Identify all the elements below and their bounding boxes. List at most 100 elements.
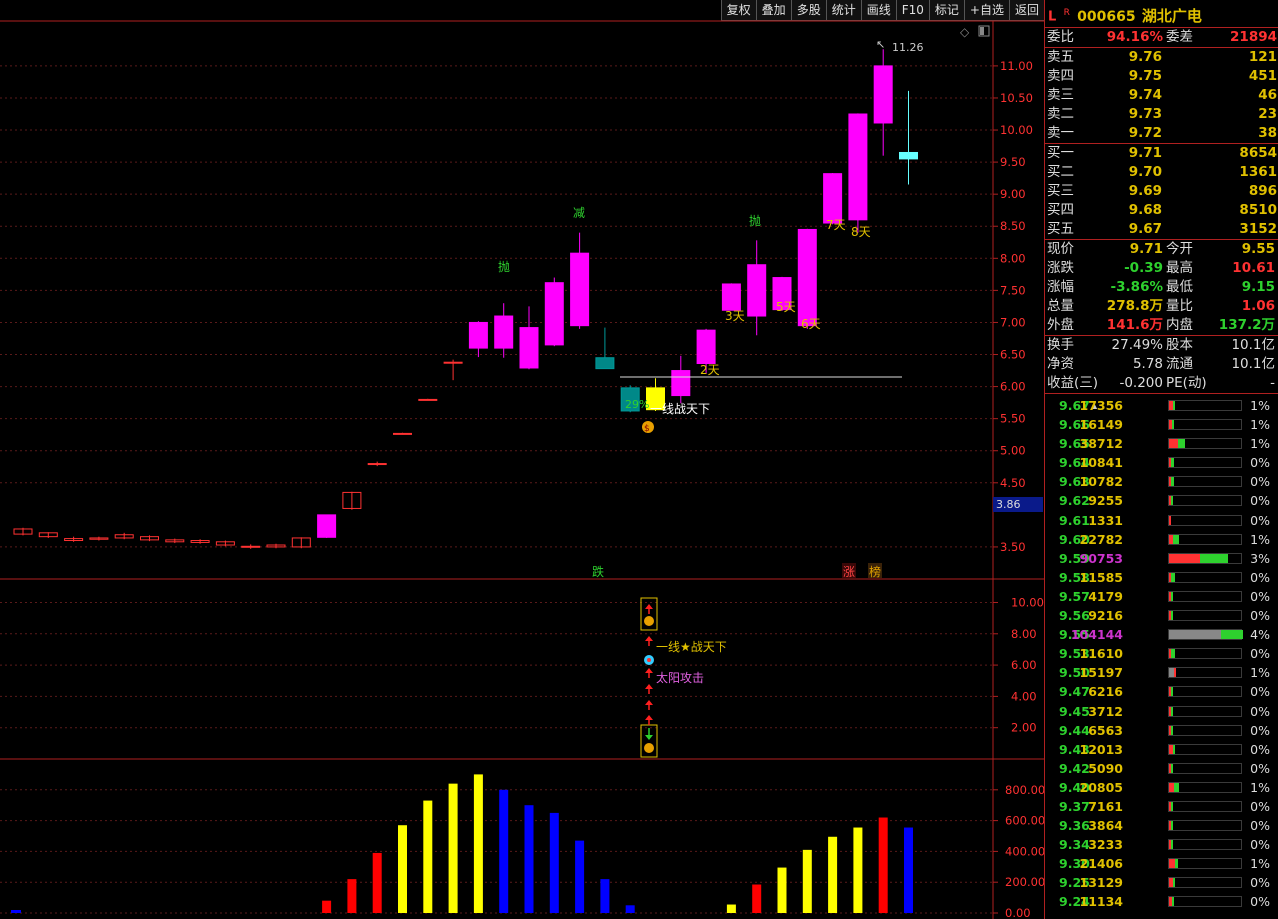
candle-body[interactable]	[873, 65, 893, 124]
price-tick-label: 10.50	[1000, 91, 1033, 105]
dist-percent: 0%	[1250, 703, 1270, 719]
dist-bar-track	[1168, 495, 1242, 507]
candle-body[interactable]	[544, 282, 564, 346]
asks-volume: 38	[1258, 125, 1277, 141]
price-tick-label: 10.00	[1000, 123, 1033, 137]
reduce-signal: 减	[573, 206, 585, 220]
asks-label: 卖三	[1047, 87, 1074, 103]
candle-body[interactable]	[570, 252, 590, 327]
dist-percent: 0%	[1250, 588, 1270, 604]
dist-bar-segment	[1171, 649, 1175, 659]
candle-body[interactable]	[317, 514, 337, 538]
dist-bar-segment	[1171, 801, 1174, 811]
dist-percent: 0%	[1250, 875, 1270, 891]
volume-bar	[549, 812, 559, 913]
candle-body[interactable]	[519, 327, 539, 369]
volume-bar	[802, 849, 812, 913]
dist-volume: 5090	[1088, 760, 1123, 776]
up-arrow-icon	[645, 668, 653, 673]
candle-body[interactable]	[367, 463, 387, 466]
price-volume-distribution: 9.67 ▲ 17356 1% 9.66 16149 1% 9.65 38712 1% 9.64 10…	[1045, 394, 1278, 912]
candle-body[interactable]	[899, 151, 918, 160]
quote-value: -0.39	[1124, 260, 1163, 276]
bids-price: 9.69	[1128, 183, 1162, 199]
dist-bar-segment	[1173, 534, 1180, 544]
kline-chart-area[interactable]: 复权 叠加 多股 统计 画线 F10 标记 +自选 返回 ◇ 11.00 10.5…	[0, 0, 1044, 919]
price-tick-label: 6.00	[1000, 380, 1026, 394]
dist-volume: 38712	[1079, 436, 1124, 452]
fin-row: 净资 5.78 流通 10.1亿	[1045, 355, 1278, 374]
price-tick-label: 5.50	[1000, 412, 1026, 426]
dist-bar-track	[1168, 667, 1242, 679]
candle-body[interactable]	[443, 361, 463, 364]
bids-price: 9.70	[1128, 164, 1162, 180]
candle-body[interactable]	[823, 173, 843, 224]
bids-volume: 1361	[1239, 164, 1277, 180]
candle-body[interactable]	[747, 264, 767, 317]
dist-row: 9.62 9255 0%	[1045, 491, 1278, 510]
dist-bar-segment	[1171, 572, 1175, 582]
market-flag: L	[1048, 9, 1057, 25]
dist-volume: 6216	[1088, 684, 1123, 700]
dist-bar-segment	[1171, 725, 1173, 735]
pct-label: 29%	[625, 398, 649, 411]
fin-label: 股本	[1166, 337, 1193, 353]
dist-row: 9.25 13129 0%	[1045, 873, 1278, 892]
dist-bar-track	[1168, 629, 1243, 641]
candle-body[interactable]	[595, 357, 615, 370]
candle-body[interactable]	[418, 398, 438, 401]
volume-bar	[499, 789, 509, 913]
dist-price: 9.42	[1059, 760, 1090, 776]
candle-body[interactable]	[494, 315, 514, 349]
dist-percent: 3%	[1250, 550, 1270, 566]
dist-bar-track	[1168, 705, 1242, 717]
candle-body[interactable]	[696, 329, 716, 364]
dist-percent: 0%	[1250, 474, 1270, 490]
volume-tick-label: 400.00	[1005, 844, 1044, 858]
dist-price: 9.61	[1059, 512, 1090, 528]
candle-body[interactable]	[797, 228, 817, 327]
dist-price: 9.36	[1059, 818, 1090, 834]
volume-tick-label: 800.00	[1005, 783, 1044, 797]
price-tick-label: 11.00	[1000, 59, 1033, 73]
candle-body[interactable]	[468, 321, 488, 349]
price-tick-label: 8.00	[1000, 251, 1026, 265]
signal-tick-label: 8.00	[1011, 627, 1037, 641]
candle-body[interactable]	[671, 370, 691, 397]
dist-volume: 17356	[1079, 398, 1124, 413]
fin-row: 换手 27.49% 股本 10.1亿	[1045, 336, 1278, 355]
volume-bar	[423, 800, 433, 913]
dist-row: 9.40 20805 1%	[1045, 778, 1278, 797]
candle-body[interactable]	[241, 545, 261, 548]
candle-body[interactable]	[393, 432, 412, 435]
quote-value: 9.71	[1129, 241, 1163, 257]
quote-label: 涨幅	[1047, 279, 1074, 295]
weibi-value: 94.16%	[1106, 29, 1163, 45]
dist-percent: 0%	[1250, 837, 1270, 853]
diamond-icon[interactable]: ◇	[960, 25, 970, 39]
fin-value: -0.200	[1119, 375, 1163, 391]
dist-bar-segment	[1200, 553, 1229, 563]
up-arrow-icon	[645, 684, 653, 689]
candle-body[interactable]	[848, 113, 868, 221]
signal-tick-label: 4.00	[1011, 689, 1037, 703]
dist-volume: 15197	[1079, 665, 1124, 681]
dist-volume: 6563	[1088, 722, 1123, 738]
dist-bar-segment	[1171, 840, 1173, 850]
dist-bar-segment	[1172, 878, 1175, 888]
bids-volume: 8654	[1239, 145, 1277, 161]
ask-book: 卖五 9.76 121 卖四 9.75 451 卖三 9.74 46 卖二 9.73 23 卖一 9.72…	[1045, 48, 1278, 144]
dist-bar-segment	[1172, 401, 1175, 410]
quote-row: 现价 9.71 今开 9.55	[1045, 240, 1278, 259]
dist-percent: 0%	[1250, 760, 1270, 776]
dist-bar-segment	[1171, 591, 1173, 601]
bids-price: 9.67	[1128, 221, 1162, 237]
fin-value: 10.1亿	[1231, 356, 1275, 372]
weicha-value: 21894	[1230, 29, 1277, 45]
candle-body[interactable]	[721, 283, 741, 311]
dist-bar-segment	[1174, 782, 1179, 792]
dist-bar-segment	[1171, 897, 1174, 907]
dist-price: 9.47	[1059, 684, 1090, 700]
asks-price: 9.72	[1128, 125, 1162, 141]
stock-name[interactable]: 湖北广电	[1142, 7, 1202, 25]
